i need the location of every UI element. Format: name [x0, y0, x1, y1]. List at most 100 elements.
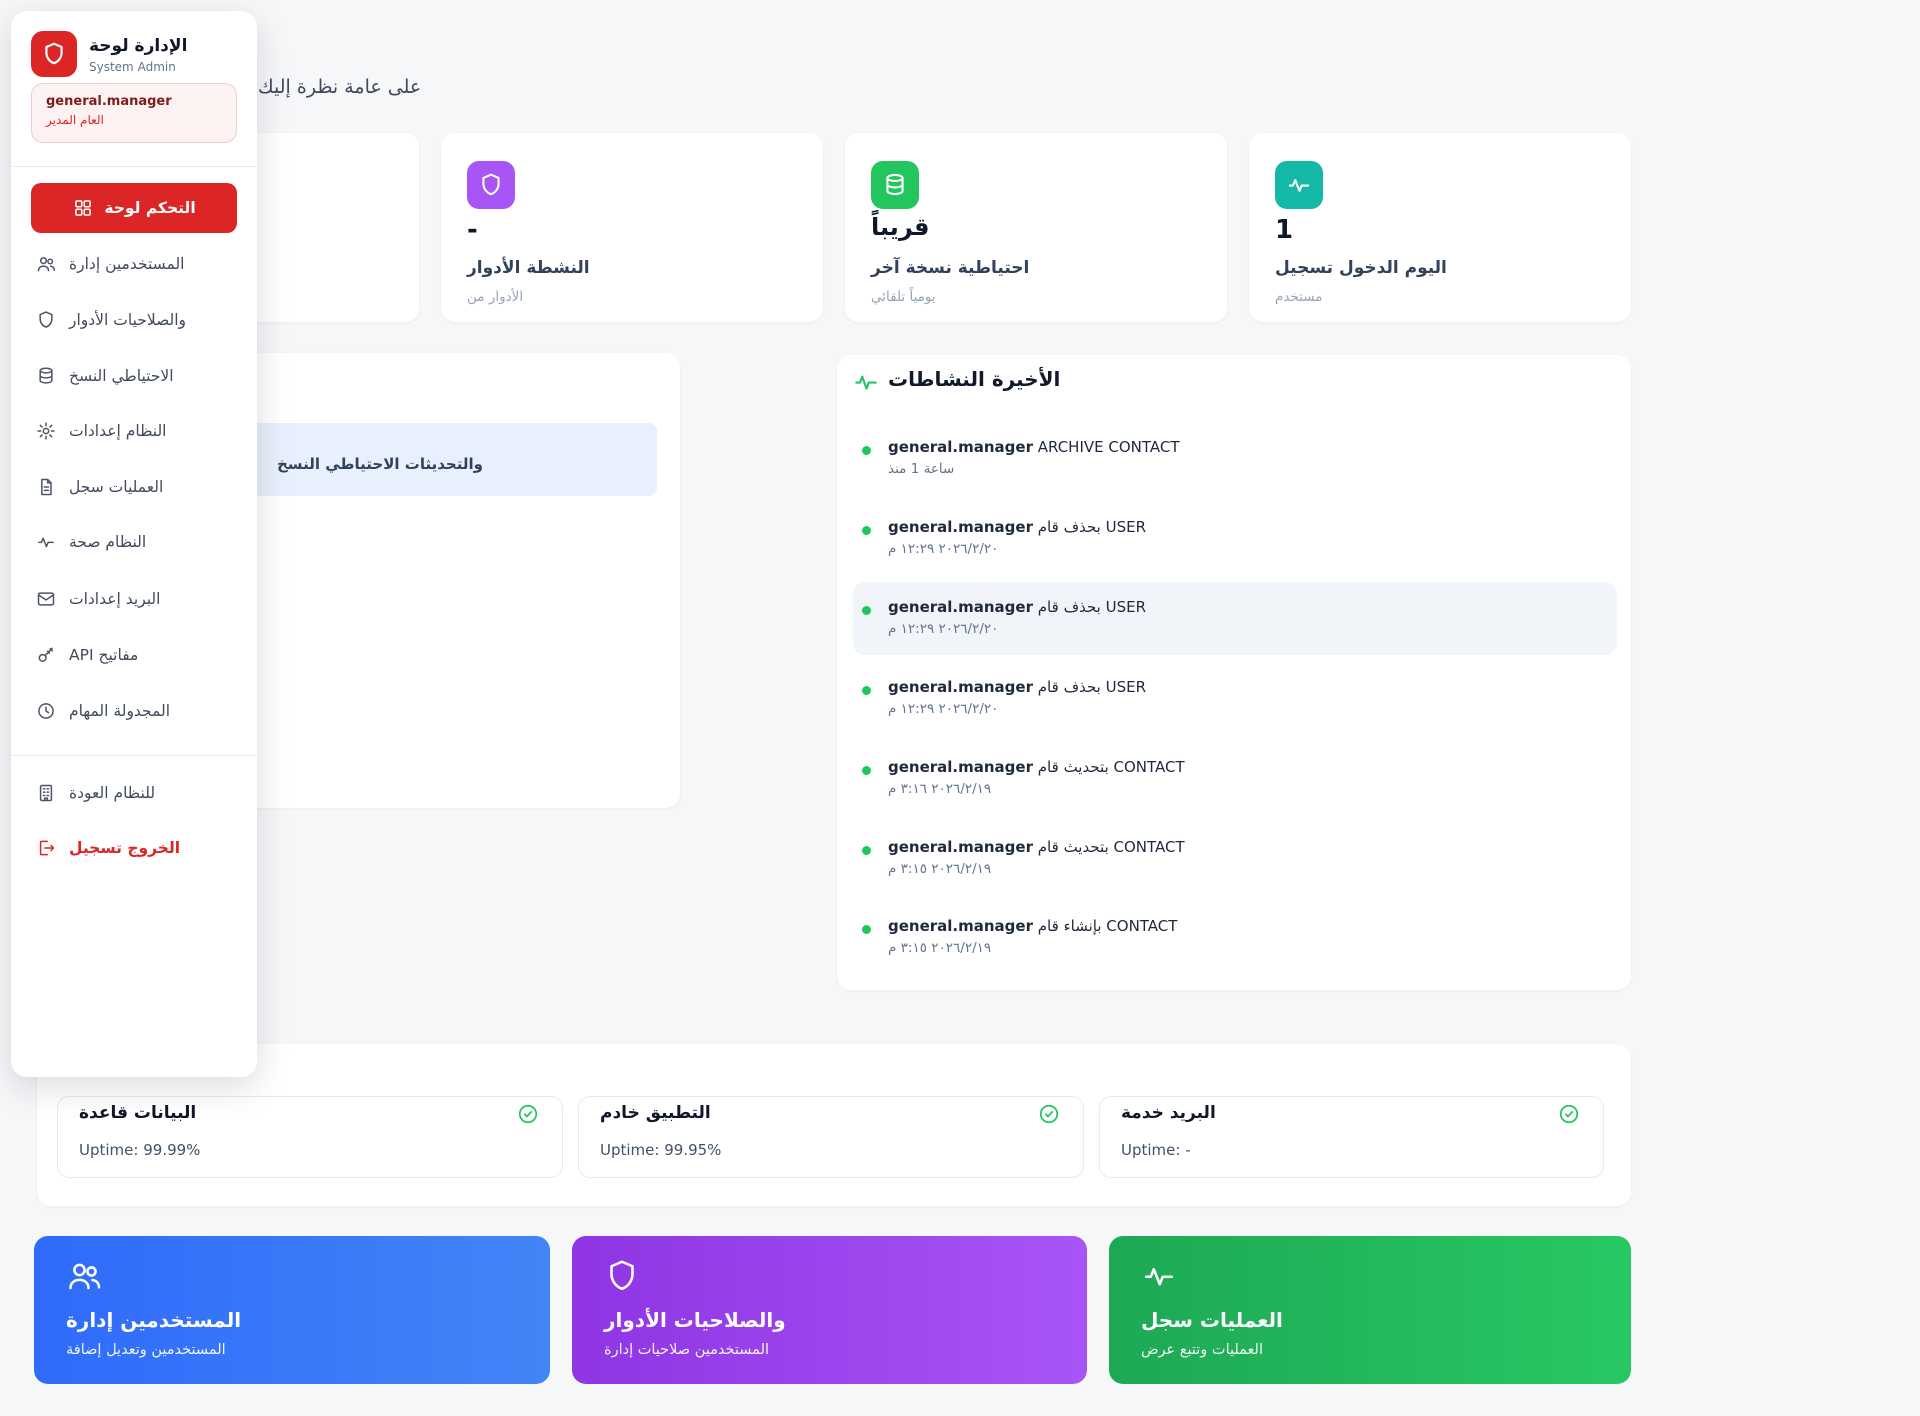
admin-dashboard: إليك نظرة عامة على - الأدوار النشطة من ا… — [0, 0, 1920, 1416]
sidebar-item-label: سجل العمليات — [69, 478, 163, 496]
stat-label: الأدوار النشطة — [467, 258, 590, 278]
activity-time: منذ 1 ساعة — [888, 461, 954, 477]
sidebar-item-label: إعدادات النظام — [69, 422, 167, 440]
service-name: قاعدة البيانات — [79, 1103, 196, 1123]
activity-time: م ٣:١٥ ٢٠٢٦/٢/١٩ — [888, 861, 991, 877]
building-icon — [35, 782, 57, 804]
activity-time: م ٣:١٦ ٢٠٢٦/٢/١٩ — [888, 781, 991, 797]
quick-action-title: الأدوار والصلاحيات — [604, 1308, 786, 1332]
activity-item: general.manager قام بحذف USER — [888, 678, 1146, 696]
database-icon — [871, 161, 919, 209]
shield-logo-icon — [31, 31, 77, 77]
activity-time: م ١٢:٢٩ ٢٠٢٦/٢/٢٠ — [888, 701, 998, 717]
database-icon — [35, 365, 57, 387]
stat-sublabel: تلقائي يومياً — [871, 289, 936, 305]
clock-icon — [35, 700, 57, 722]
activity-dot — [862, 606, 871, 615]
service-uptime: Uptime: - — [1121, 1141, 1191, 1159]
sidebar-item-dashboard[interactable]: لوحة التحكم — [31, 183, 237, 233]
stat-sublabel: مستخدم — [1275, 289, 1323, 305]
sidebar-item-label: صحة النظام — [69, 533, 146, 551]
logout-icon — [35, 837, 57, 859]
activity-item: general.manager قام بإنشاء CONTACT — [888, 917, 1177, 935]
shield-icon — [604, 1258, 640, 1294]
file-icon — [35, 476, 57, 498]
shield-icon — [467, 161, 515, 209]
activity-time: م ١٢:٢٩ ٢٠٢٦/٢/٢٠ — [888, 541, 998, 557]
quick-action-users[interactable]: إدارة المستخدمين إضافة وتعديل المستخدمين — [34, 1236, 550, 1384]
sidebar-item-label: لوحة التحكم — [104, 199, 195, 217]
stat-card-backup: قريباً آخر نسخة احتياطية تلقائي يومياً — [845, 133, 1227, 322]
users-icon — [35, 253, 57, 275]
sidebar-item-health[interactable]: صحة النظام — [31, 520, 237, 564]
users-icon — [66, 1258, 102, 1294]
sidebar-item-scheduled-tasks[interactable]: المهام المجدولة — [31, 689, 237, 733]
activity-dot — [862, 766, 871, 775]
activity-dot — [862, 846, 871, 855]
sidebar-item-label: إدارة المستخدمين — [69, 255, 184, 273]
service-name: خادم التطبيق — [600, 1103, 711, 1123]
divider — [11, 755, 257, 756]
stat-card-logins: 1 تسجيل الدخول اليوم مستخدم — [1249, 133, 1631, 322]
divider — [11, 166, 257, 167]
activity-time: م ٣:١٥ ٢٠٢٦/٢/١٩ — [888, 940, 991, 956]
stat-label: آخر نسخة احتياطية — [871, 258, 1029, 278]
quick-action-subtitle: عرض وتتبع العمليات — [1141, 1342, 1263, 1358]
quick-action-roles[interactable]: الأدوار والصلاحيات إدارة صلاحيات المستخد… — [572, 1236, 1087, 1384]
activity-dot — [862, 686, 871, 695]
sidebar-item-label: تسجيل الخروج — [69, 839, 180, 857]
quick-action-subtitle: إدارة صلاحيات المستخدمين — [604, 1342, 769, 1358]
mail-icon — [35, 588, 57, 610]
backup-notice-text: النسخ الاحتياطي والتحديثات — [277, 455, 483, 473]
pulse-icon — [1141, 1258, 1177, 1294]
sidebar-item-label: العودة للنظام — [69, 784, 155, 802]
quick-action-title: إدارة المستخدمين — [66, 1308, 241, 1332]
pulse-icon — [35, 531, 57, 553]
key-icon — [35, 644, 57, 666]
sidebar-item-mail[interactable]: إعدادات البريد — [31, 577, 237, 621]
sidebar-item-backup[interactable]: النسخ الاحتياطي — [31, 354, 237, 398]
sidebar-item-logout[interactable]: تسجيل الخروج — [31, 826, 237, 870]
sidebar-item-label: المهام المجدولة — [69, 702, 170, 720]
sidebar-item-label: النسخ الاحتياطي — [69, 367, 174, 385]
service-uptime: Uptime: 99.95% — [600, 1141, 721, 1159]
page-subtitle: إليك نظرة عامة على — [258, 76, 421, 98]
sidebar-item-label: إعدادات البريد — [69, 590, 160, 608]
app-title: لوحة الإدارة — [89, 36, 187, 56]
activity-dot — [862, 925, 871, 934]
activity-row-highlight — [853, 582, 1617, 655]
activity-item: general.manager قام بحذف USER — [888, 518, 1146, 536]
activity-pulse-icon — [853, 369, 879, 395]
dashboard-grid-icon — [72, 197, 94, 219]
stat-card-roles: - الأدوار النشطة من الأدوار — [441, 133, 823, 322]
sidebar-item-api-keys[interactable]: API مفاتيح — [31, 633, 237, 677]
check-circle-icon — [517, 1103, 539, 1125]
user-badge: general.manager المدير العام — [31, 83, 237, 143]
stat-value: 1 — [1275, 215, 1293, 245]
quick-action-logs[interactable]: سجل العمليات عرض وتتبع العمليات — [1109, 1236, 1631, 1384]
app-subtitle: System Admin — [89, 60, 176, 74]
activity-dot — [862, 526, 871, 535]
activity-item: general.manager قام بحذف USER — [888, 598, 1146, 616]
sidebar: لوحة الإدارة System Admin general.manage… — [11, 11, 257, 1077]
sidebar-item-users[interactable]: إدارة المستخدمين — [31, 242, 237, 286]
sidebar-item-back-to-system[interactable]: العودة للنظام — [31, 771, 237, 815]
user-role: المدير العام — [46, 113, 222, 127]
quick-action-subtitle: إضافة وتعديل المستخدمين — [66, 1342, 226, 1358]
check-circle-icon — [1038, 1103, 1060, 1125]
gear-icon — [35, 420, 57, 442]
shield-icon — [35, 309, 57, 331]
pulse-icon — [1275, 161, 1323, 209]
activities-title: النشاطات الأخيرة — [888, 367, 1060, 391]
stat-label: تسجيل الدخول اليوم — [1275, 258, 1447, 278]
sidebar-item-settings[interactable]: إعدادات النظام — [31, 409, 237, 453]
sidebar-item-label: API مفاتيح — [69, 646, 138, 664]
service-uptime: Uptime: 99.99% — [79, 1141, 200, 1159]
sidebar-item-roles[interactable]: الأدوار والصلاحيات — [31, 298, 237, 342]
check-circle-icon — [1558, 1103, 1580, 1125]
username: general.manager — [46, 94, 222, 109]
stat-value: - — [467, 215, 478, 245]
sidebar-item-logs[interactable]: سجل العمليات — [31, 465, 237, 509]
activity-item: general.manager قام بتحديث CONTACT — [888, 758, 1185, 776]
stat-sublabel: من الأدوار — [467, 289, 523, 305]
